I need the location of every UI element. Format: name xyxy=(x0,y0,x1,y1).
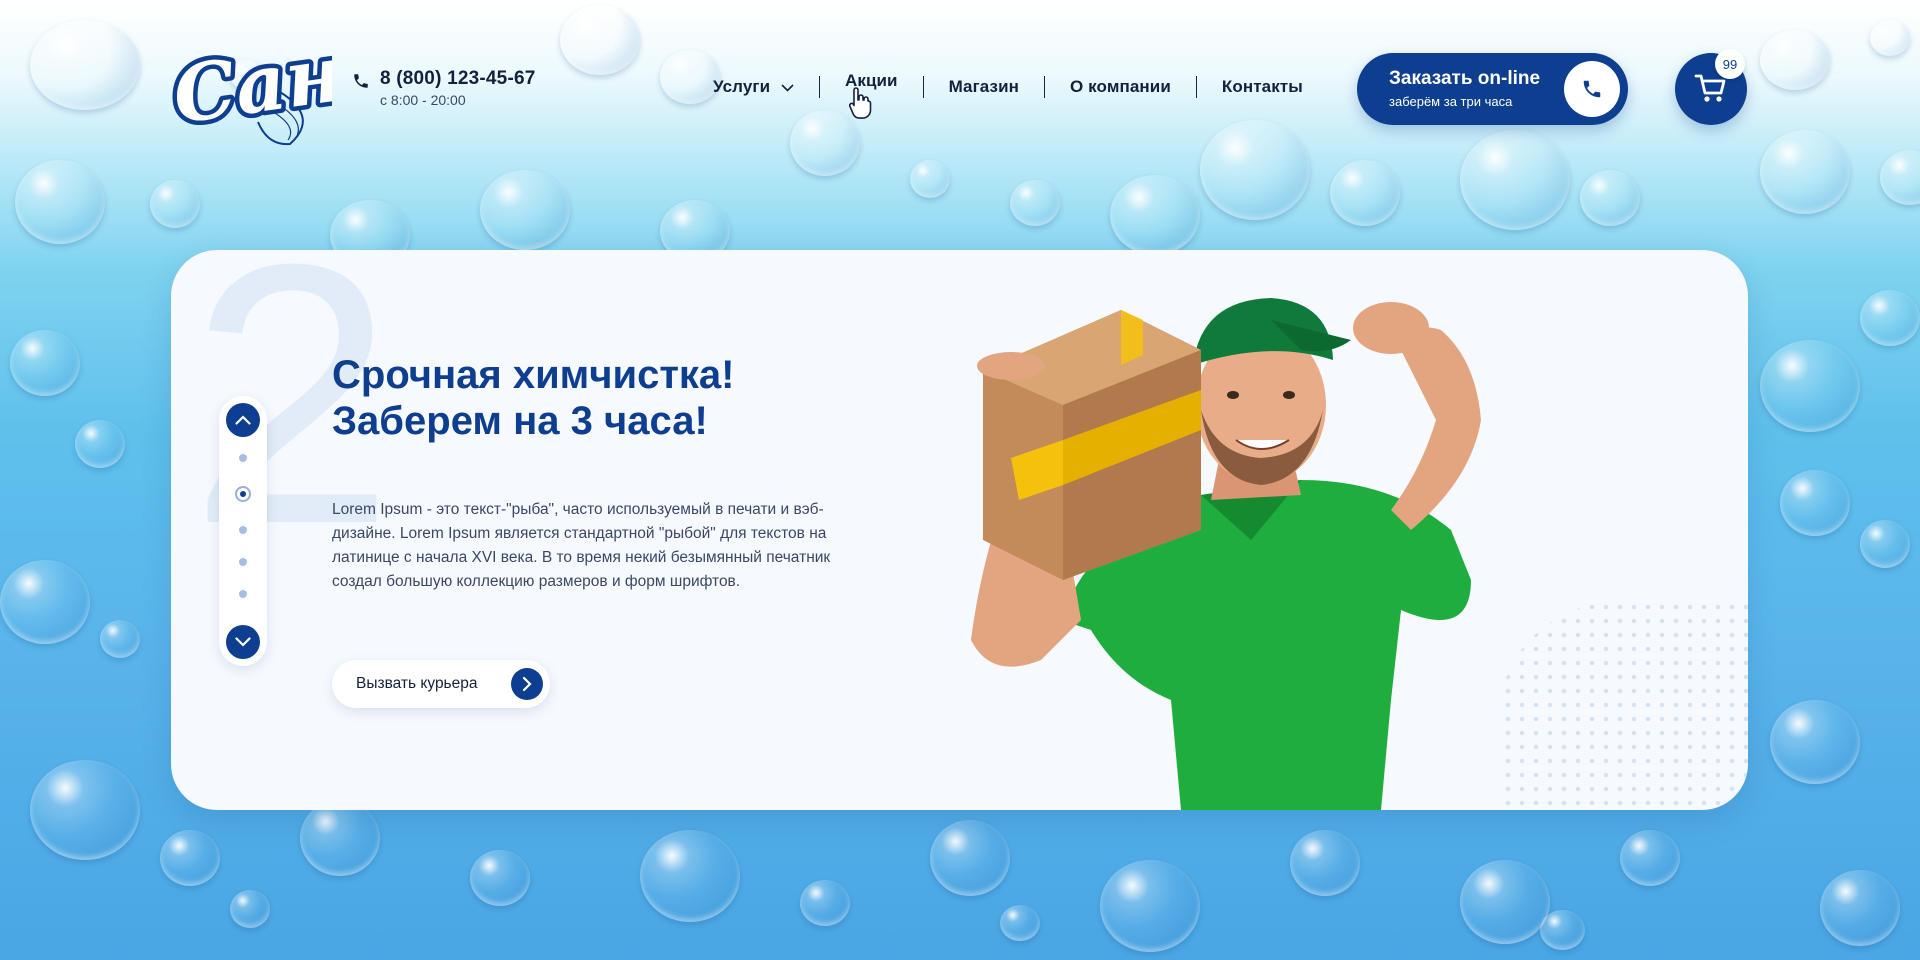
hero-title: Срочная химчистка! Заберем на 3 часа! xyxy=(332,353,735,443)
phone-number[interactable]: 8 (800) 123-45-67 xyxy=(380,68,536,90)
order-online-title: Заказать on-line xyxy=(1389,68,1541,89)
slider-navigation xyxy=(219,396,267,666)
courier-photo xyxy=(971,298,1481,810)
arrow-right-icon xyxy=(511,668,543,700)
slider-dot-2-active[interactable] xyxy=(235,486,251,502)
call-courier-label: Вызвать курьера xyxy=(356,675,478,692)
nav-divider xyxy=(922,76,924,98)
nav-divider xyxy=(1195,76,1197,98)
cart-icon xyxy=(1694,74,1726,102)
arrow-down-icon xyxy=(235,637,251,647)
dot-pattern-decoration xyxy=(1501,600,1748,810)
slider-dot-4[interactable] xyxy=(239,558,247,566)
nav-item-services[interactable]: Услуги xyxy=(713,77,794,97)
cart-button[interactable]: 99 xyxy=(1675,49,1747,125)
hand-cursor-icon xyxy=(848,87,872,119)
nav-item-about[interactable]: О компании xyxy=(1070,77,1171,97)
hero-slide-card: 2 Срочная химчистка! Заберем на 3 часа! … xyxy=(171,250,1748,810)
chevron-down-icon xyxy=(781,83,794,92)
working-hours: с 8:00 - 20:00 xyxy=(380,92,466,108)
logo-text: Сана xyxy=(170,22,332,142)
nav-item-shop[interactable]: Магазин xyxy=(949,77,1019,97)
call-courier-button[interactable]: Вызвать курьера xyxy=(332,660,550,708)
phone-icon xyxy=(352,72,370,90)
slider-next-button[interactable] xyxy=(226,625,260,659)
nav-item-contacts[interactable]: Контакты xyxy=(1222,77,1303,97)
arrow-up-icon xyxy=(235,415,251,425)
nav-divider xyxy=(818,76,820,98)
order-online-subtitle: заберём за три часа xyxy=(1389,94,1513,109)
hero-description: Lorem Ipsum - это текст-"рыба", часто ис… xyxy=(332,501,831,590)
main-nav: Услуги Акции Магазин О компании Контакты xyxy=(713,71,1303,98)
order-online-button[interactable]: Заказать on-line заберём за три часа xyxy=(1357,53,1628,125)
brand-logo[interactable]: Сана xyxy=(163,17,403,150)
logo-graphic: Сана xyxy=(163,17,403,147)
phone-call-icon xyxy=(1564,61,1620,117)
nav-item-label: Услуги xyxy=(713,77,771,96)
slider-dot-1[interactable] xyxy=(239,454,247,462)
nav-divider xyxy=(1044,76,1046,98)
slider-dot-3[interactable] xyxy=(239,526,247,534)
slider-prev-button[interactable] xyxy=(226,403,260,437)
cart-count-badge: 99 xyxy=(1715,49,1745,79)
slider-dot-5[interactable] xyxy=(239,590,247,598)
